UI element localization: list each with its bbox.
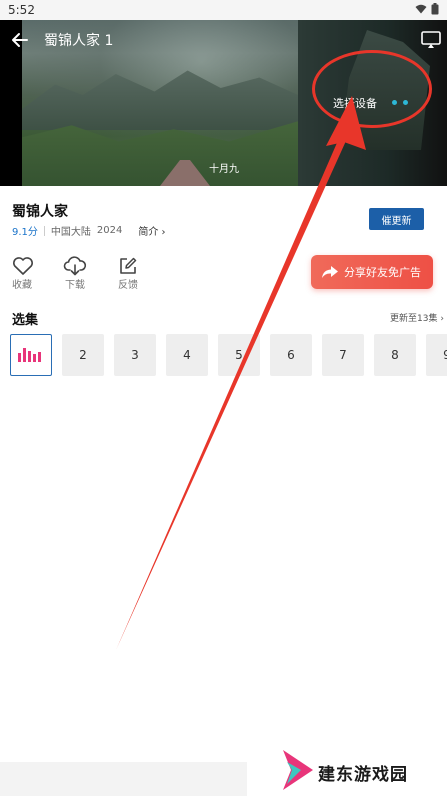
episode-item[interactable]: 2	[62, 334, 104, 376]
episode-item[interactable]: 8	[374, 334, 416, 376]
favorite-button[interactable]	[11, 256, 35, 276]
edit-icon	[120, 257, 137, 274]
episode-item[interactable]: 4	[166, 334, 208, 376]
battery-icon	[431, 3, 439, 15]
show-year: 2024	[96, 225, 123, 236]
wifi-icon	[415, 4, 427, 14]
cloud-download-icon	[63, 256, 87, 276]
show-title: 蜀锦人家	[12, 204, 68, 220]
episode-item[interactable]: 5	[218, 334, 260, 376]
episode-item-playing[interactable]	[10, 334, 52, 376]
bottom-bar	[0, 762, 247, 796]
show-region: 中国大陆	[50, 227, 91, 238]
show-rating: 9.1分	[12, 227, 38, 238]
episode-list: 2 3 4 5 6 7 8 9	[10, 334, 447, 376]
status-icons	[415, 3, 439, 15]
back-arrow-icon[interactable]	[10, 30, 30, 50]
episodes-update-status[interactable]: 更新至13集 ›	[390, 311, 444, 324]
share-ad-free-label: 分享好友免广告	[344, 266, 421, 279]
annotation-ellipse	[312, 50, 432, 128]
cast-icon[interactable]	[421, 31, 441, 49]
intro-link[interactable]: 简介 ›	[138, 223, 165, 238]
heart-icon	[13, 257, 33, 275]
share-ad-free-button[interactable]: 分享好友免广告	[311, 255, 433, 289]
watermark-text: 建东游戏园	[318, 765, 408, 785]
download-label: 下载	[65, 280, 85, 291]
show-meta: 9.1分 中国大陆 2024 简介 ›	[12, 223, 166, 238]
episodes-section-title: 选集	[12, 313, 39, 328]
episode-item[interactable]: 3	[114, 334, 156, 376]
episode-item[interactable]: 6	[270, 334, 312, 376]
episode-item[interactable]: 7	[322, 334, 364, 376]
player-title: 蜀锦人家 1	[44, 33, 114, 49]
meta-divider	[43, 225, 45, 236]
video-subtitle: 十月九	[209, 164, 239, 175]
request-update-button[interactable]: 催更新	[369, 208, 424, 230]
feedback-button[interactable]	[116, 256, 140, 276]
watermark-logo-icon	[283, 750, 313, 790]
share-icon	[322, 266, 338, 278]
download-button[interactable]	[63, 256, 87, 276]
playing-bars-icon	[18, 348, 41, 362]
feedback-label: 反馈	[118, 280, 138, 291]
favorite-label: 收藏	[12, 280, 32, 291]
episode-item[interactable]: 9	[426, 334, 447, 376]
status-time: 5:52	[8, 3, 35, 17]
status-bar: 5:52	[0, 0, 447, 20]
